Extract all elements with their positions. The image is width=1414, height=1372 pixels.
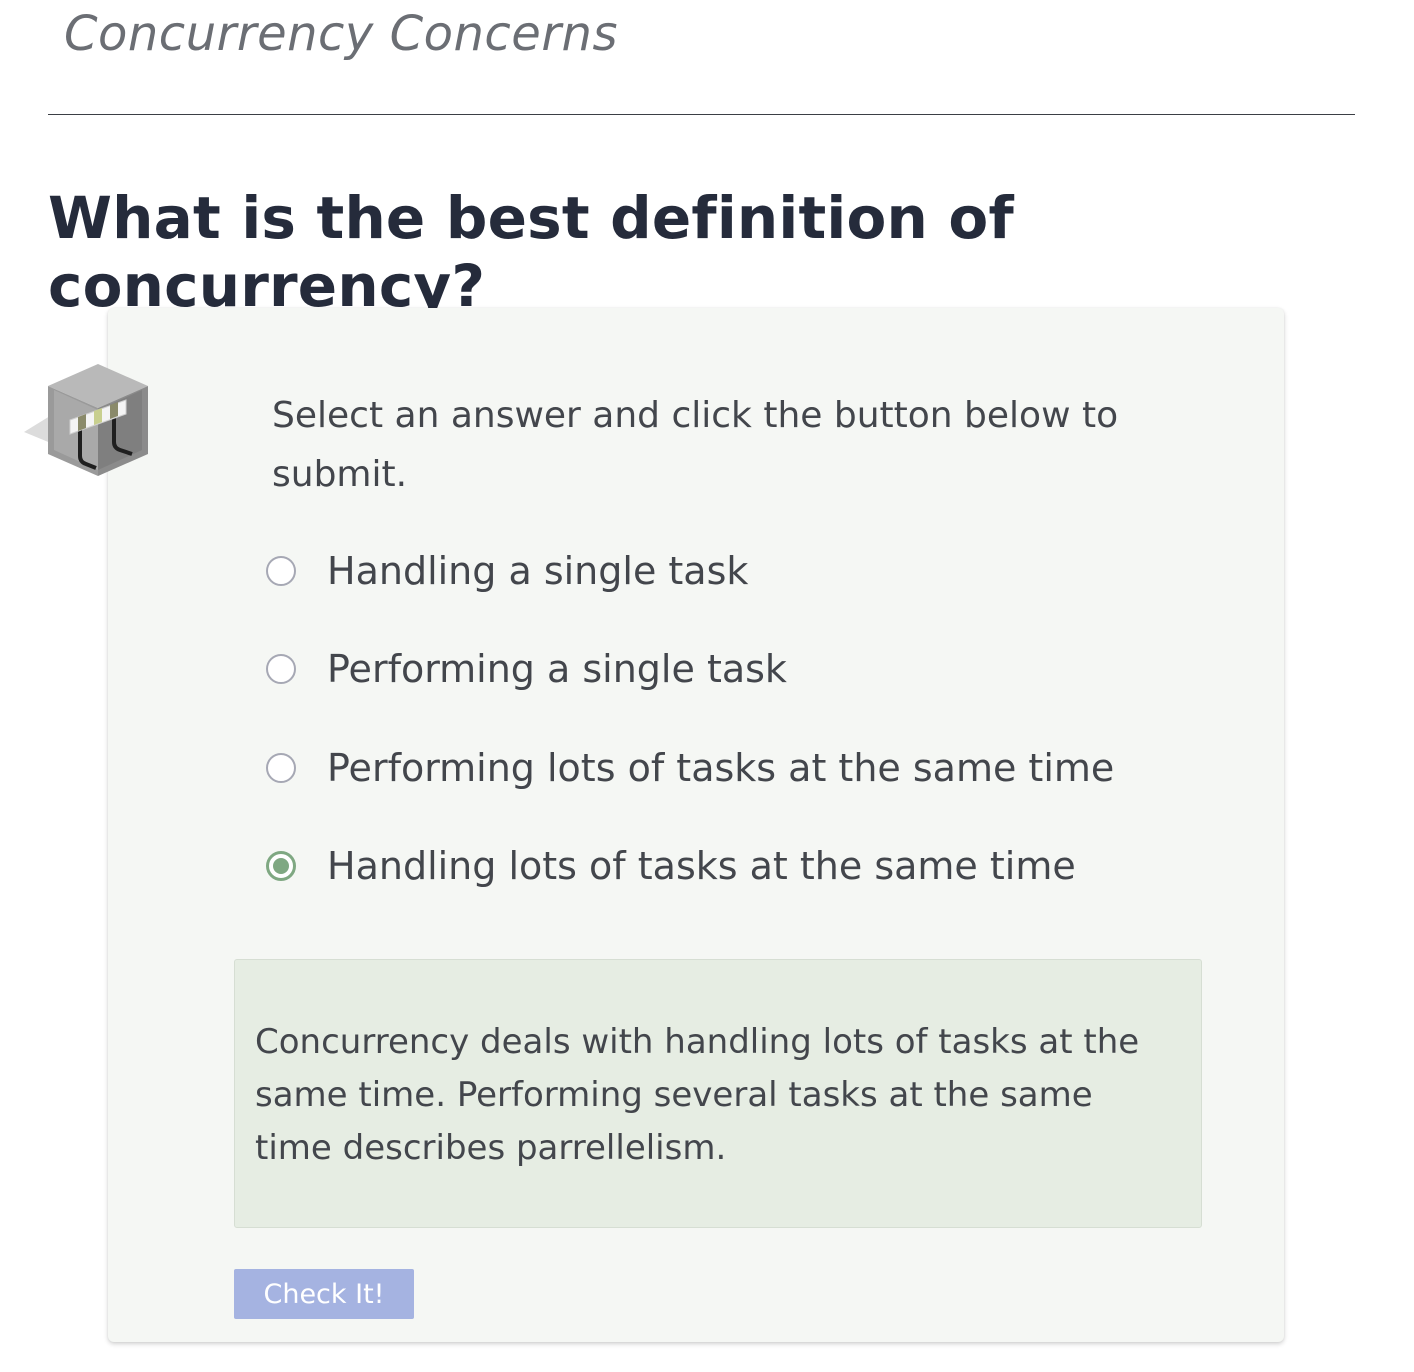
answer-label: Handling lots of tasks at the same time bbox=[327, 844, 1076, 888]
radio-button[interactable] bbox=[266, 556, 296, 586]
answer-label: Performing lots of tasks at the same tim… bbox=[327, 746, 1115, 790]
section-title: Concurrency Concerns bbox=[64, 6, 618, 62]
answer-option-3[interactable]: Performing lots of tasks at the same tim… bbox=[266, 746, 1114, 790]
question-heading: What is the best definition of concurren… bbox=[48, 184, 1014, 320]
instructions-text: Select an answer and click the button be… bbox=[272, 395, 1119, 495]
radio-button[interactable] bbox=[266, 654, 296, 684]
hurdle-barrier-icon bbox=[22, 360, 154, 484]
radio-button[interactable] bbox=[266, 753, 296, 783]
feedback-box: Concurrency deals with handling lots of … bbox=[234, 959, 1202, 1228]
answer-option-4[interactable]: Handling lots of tasks at the same time bbox=[266, 844, 1076, 888]
answer-option-2[interactable]: Performing a single task bbox=[266, 647, 787, 691]
answer-label: Performing a single task bbox=[327, 647, 787, 691]
answer-label: Handling a single task bbox=[327, 549, 749, 593]
check-it-button[interactable]: Check It! bbox=[234, 1269, 414, 1319]
answer-option-1[interactable]: Handling a single task bbox=[266, 549, 748, 593]
feedback-text: Concurrency deals with handling lots of … bbox=[255, 1022, 1140, 1168]
radio-button-selected[interactable] bbox=[266, 851, 296, 881]
section-divider bbox=[48, 114, 1355, 115]
